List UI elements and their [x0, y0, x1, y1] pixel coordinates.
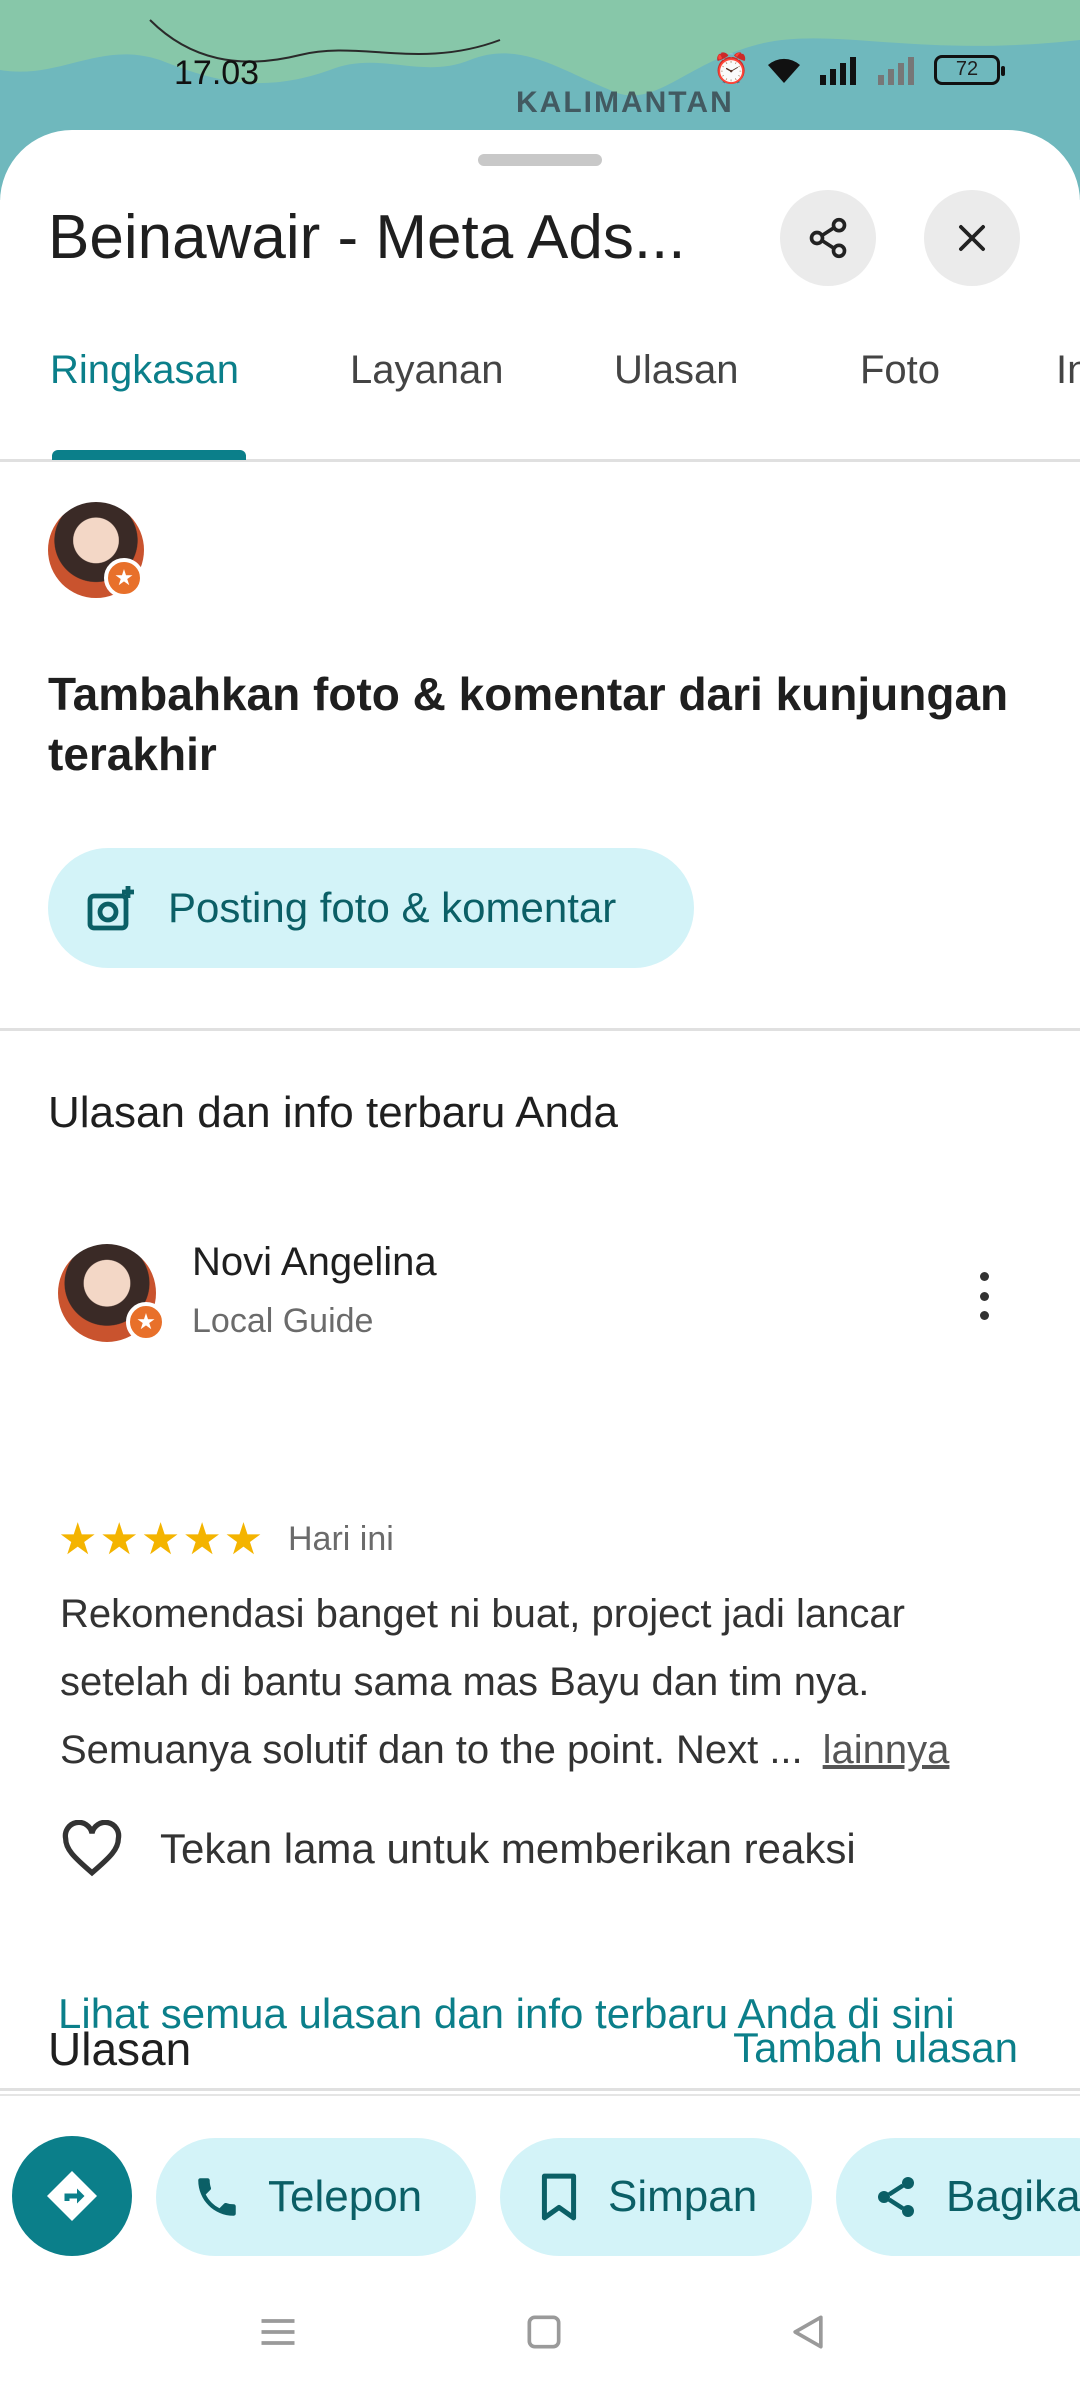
section-divider	[0, 2088, 1080, 2091]
home-icon[interactable]	[522, 2310, 566, 2354]
reaction-row[interactable]: Tekan lama untuk memberikan reaksi	[60, 1820, 856, 1878]
signal-secondary-icon	[878, 56, 914, 85]
status-icons: ⏰ 72	[712, 52, 1005, 87]
reviewer-badge-icon: ★	[126, 1302, 166, 1342]
bookmark-icon	[541, 2173, 577, 2221]
directions-icon	[47, 2171, 97, 2221]
save-label: Simpan	[608, 2172, 758, 2221]
signal-icon	[820, 56, 856, 85]
battery-indicator: 72	[934, 54, 1005, 85]
tab-ulasan[interactable]: Ulasan	[614, 348, 739, 393]
action-bar: Telepon Simpan Bagikan	[0, 2094, 1080, 2264]
status-time: 17.03	[174, 54, 260, 92]
add-photo-prompt: Tambahkan foto & komentar dari kunjungan…	[48, 668, 1009, 780]
review-text: Rekomendasi banget ni buat, project jadi…	[60, 1580, 1030, 1784]
wifi-icon	[768, 58, 800, 83]
place-title: Beinawair - Meta Ads...	[48, 203, 686, 272]
section-divider	[0, 1028, 1080, 1031]
share-icon	[878, 2177, 914, 2217]
call-button[interactable]: Telepon	[156, 2138, 476, 2256]
reviews-section-title: Ulasan	[48, 2023, 192, 2075]
rating-stars: ★★★★★	[58, 1515, 266, 1564]
review-body: Rekomendasi banget ni buat, project jadi…	[60, 1592, 905, 1772]
heart-icon[interactable]	[60, 1820, 124, 1878]
reaction-hint: Tekan lama untuk memberikan reaksi	[160, 1825, 856, 1872]
call-label: Telepon	[268, 2172, 423, 2221]
share-label: Bagikan	[946, 2172, 1080, 2221]
tab-info[interactable]: In	[1056, 348, 1080, 393]
tab-foto[interactable]: Foto	[860, 348, 940, 393]
share-button[interactable]	[780, 190, 876, 286]
back-icon[interactable]	[786, 2310, 830, 2354]
post-photo-label: Posting foto & komentar	[168, 884, 617, 931]
your-reviews-title: Ulasan dan info terbaru Anda	[48, 1088, 618, 1137]
review-date: Hari ini	[288, 1520, 394, 1558]
post-photo-comment-button[interactable]: Posting foto & komentar	[48, 848, 694, 968]
read-more-link[interactable]: lainnya	[823, 1728, 950, 1772]
alarm-icon: ⏰	[712, 53, 750, 86]
sheet-drag-handle[interactable]	[478, 154, 602, 166]
phone-icon	[198, 2178, 236, 2216]
reviewer-name[interactable]: Novi Angelina	[192, 1240, 437, 1285]
add-photo-icon	[87, 886, 134, 931]
share-action-button[interactable]: Bagikan	[836, 2138, 1080, 2256]
tab-layanan[interactable]: Layanan	[350, 348, 503, 393]
close-icon	[959, 225, 985, 251]
add-review-link[interactable]: Tambah ulasan	[733, 2024, 1018, 2072]
system-nav-bar	[0, 2264, 1080, 2400]
save-button[interactable]: Simpan	[500, 2138, 812, 2256]
more-options-icon[interactable]	[960, 1266, 1008, 1326]
tab-bar: Ringkasan Layanan Ulasan Foto In	[0, 310, 1080, 462]
active-tab-indicator	[52, 450, 246, 460]
share-icon	[809, 217, 847, 259]
local-guide-badge-icon: ★	[104, 558, 144, 598]
close-button[interactable]	[924, 190, 1020, 286]
map-region-label: KALIMANTAN	[516, 86, 734, 119]
directions-button[interactable]	[12, 2136, 132, 2256]
tab-ringkasan[interactable]: Ringkasan	[50, 348, 239, 393]
reviewer-subtitle: Local Guide	[192, 1302, 374, 1340]
menu-icon[interactable]	[256, 2310, 300, 2354]
